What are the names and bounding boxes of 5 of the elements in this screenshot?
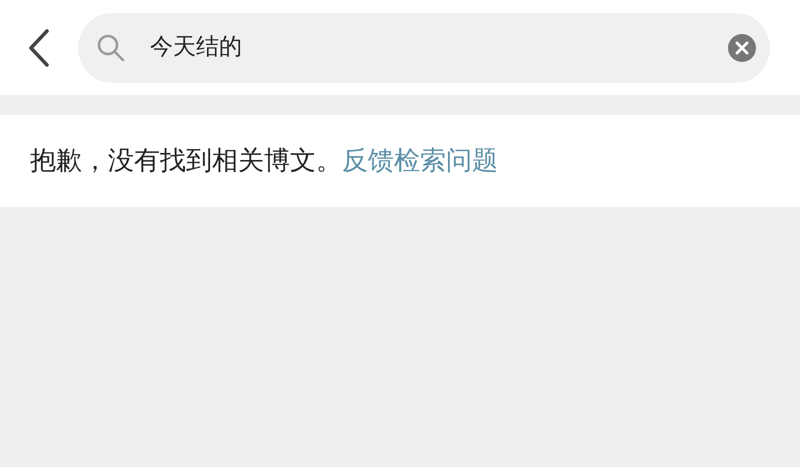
search-icon — [96, 32, 126, 62]
feedback-link[interactable]: 反馈检索问题 — [342, 146, 498, 176]
clear-icon[interactable] — [728, 34, 756, 62]
search-field[interactable]: 今天结的 — [78, 12, 770, 82]
no-results-message: 抱歉，没有找到相关博文。反馈检索问题 — [30, 144, 498, 178]
